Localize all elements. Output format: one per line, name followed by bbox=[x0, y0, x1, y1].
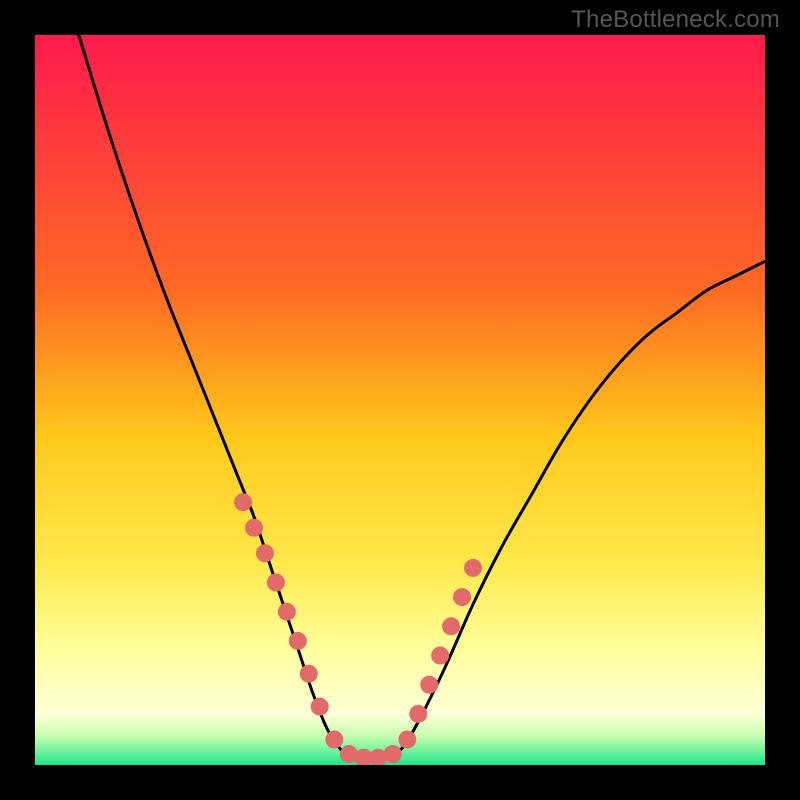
gradient-background bbox=[35, 35, 765, 765]
highlight-dot bbox=[442, 617, 460, 635]
highlight-dot bbox=[431, 647, 449, 665]
highlight-dot bbox=[245, 519, 263, 537]
highlight-dot bbox=[409, 705, 427, 723]
highlight-dot bbox=[234, 493, 252, 511]
highlight-dot bbox=[278, 603, 296, 621]
plot-area bbox=[35, 35, 765, 765]
highlight-dot bbox=[267, 574, 285, 592]
highlight-dot bbox=[464, 559, 482, 577]
highlight-dot bbox=[453, 588, 471, 606]
highlight-dot bbox=[289, 632, 307, 650]
bottleneck-chart bbox=[35, 35, 765, 765]
highlight-dot bbox=[420, 676, 438, 694]
watermark-text: TheBottleneck.com bbox=[571, 6, 780, 34]
highlight-dot bbox=[398, 730, 416, 748]
chart-container: TheBottleneck.com bbox=[0, 0, 800, 800]
highlight-dot bbox=[384, 745, 402, 763]
highlight-dot bbox=[256, 544, 274, 562]
highlight-dot bbox=[300, 665, 318, 683]
highlight-dot bbox=[311, 698, 329, 716]
highlight-dot bbox=[325, 730, 343, 748]
